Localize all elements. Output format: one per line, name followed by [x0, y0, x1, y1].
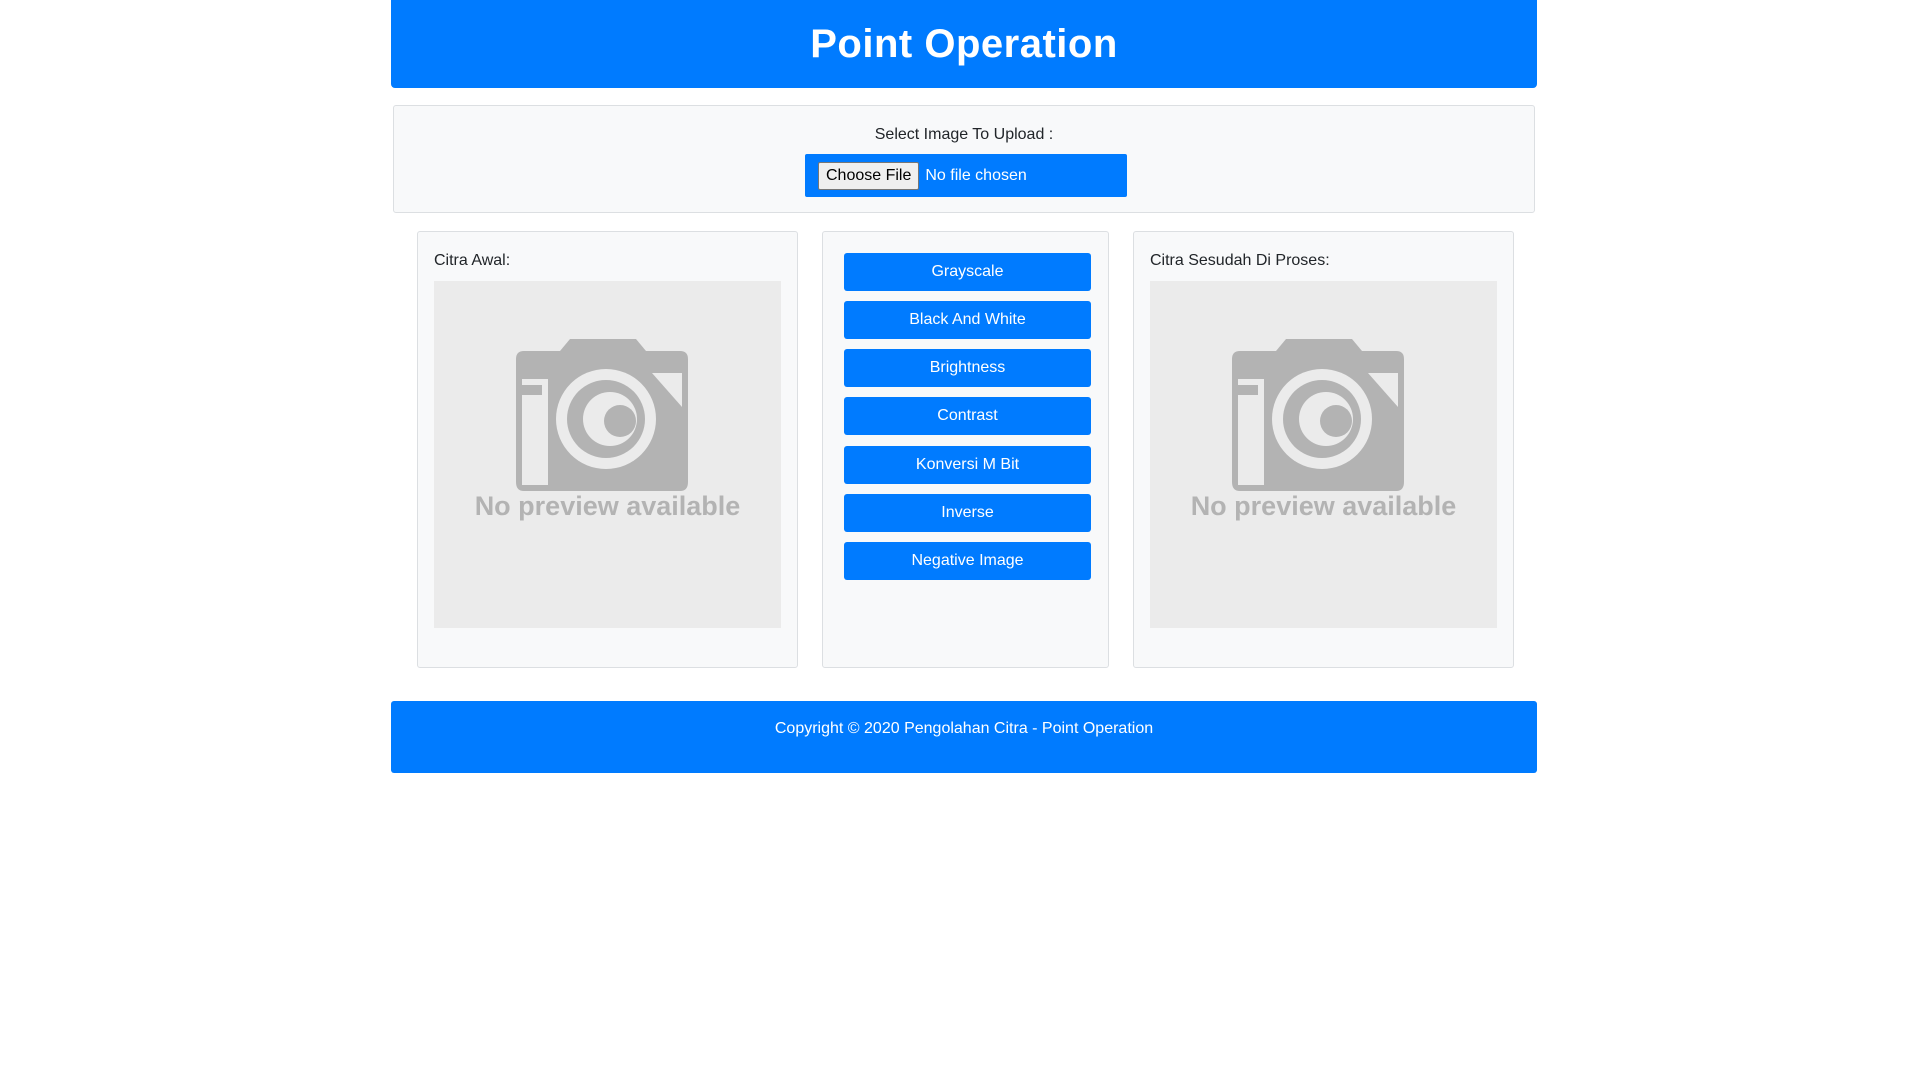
operations-panel: Grayscale Black And White Brightness Con…: [822, 231, 1109, 668]
camera-icon: [1232, 339, 1404, 491]
grayscale-button[interactable]: Grayscale: [844, 253, 1091, 291]
footer-copyright: Copyright © 2020 Pengolahan Citra - Poin…: [774, 720, 1154, 737]
negative-image-button[interactable]: Negative Image: [844, 542, 1091, 580]
camera-icon: [516, 339, 688, 491]
upload-section: Select Image To Upload : Choose File No …: [393, 105, 1535, 213]
file-status: No file chosen: [925, 166, 1027, 184]
original-image-title: Citra Awal:: [434, 252, 511, 269]
result-image-preview: No preview available: [1150, 281, 1497, 628]
file-input[interactable]: Choose File No file chosen: [805, 154, 1127, 197]
black-and-white-button[interactable]: Black And White: [844, 301, 1091, 339]
result-image-panel: Citra Sesudah Di Proses: No preview avai…: [1133, 231, 1514, 668]
original-image-preview: No preview available: [434, 281, 781, 628]
page-title: Point Operation: [810, 21, 1118, 66]
inverse-button[interactable]: Inverse: [844, 494, 1091, 532]
konversi-m-bit-button[interactable]: Konversi M Bit: [844, 446, 1091, 484]
page-footer: Copyright © 2020 Pengolahan Citra - Poin…: [391, 701, 1537, 773]
contrast-button[interactable]: Contrast: [844, 397, 1091, 435]
original-image-panel: Citra Awal: No preview available: [417, 231, 798, 668]
page-header: Point Operation: [391, 0, 1537, 88]
brightness-button[interactable]: Brightness: [844, 349, 1091, 387]
result-preview-text: No preview available: [1190, 491, 1457, 521]
upload-label: Select Image To Upload :: [874, 126, 1054, 143]
result-image-title: Citra Sesudah Di Proses:: [1150, 252, 1330, 269]
choose-file-button[interactable]: Choose File: [818, 161, 920, 190]
original-preview-text: No preview available: [474, 491, 741, 521]
